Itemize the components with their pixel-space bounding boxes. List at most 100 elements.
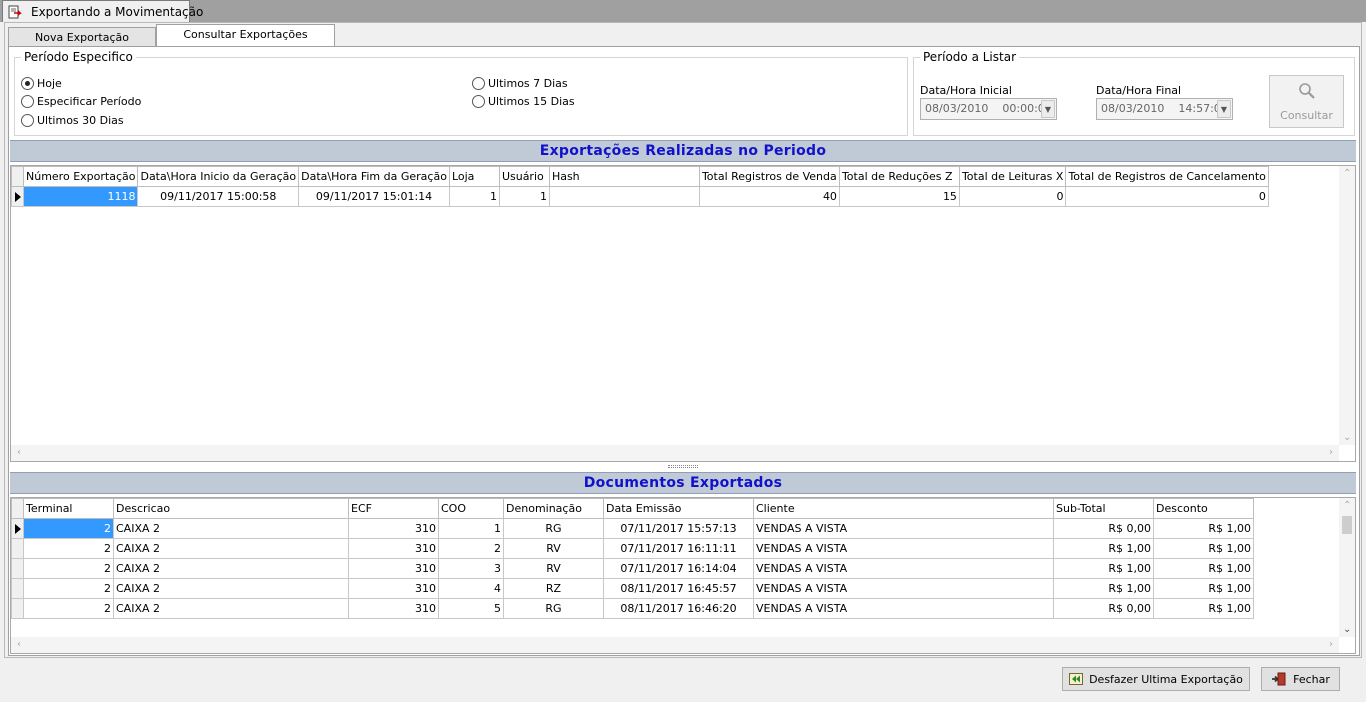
scroll-left-icon[interactable]: ‹ xyxy=(17,447,21,458)
col-header-hash[interactable]: Hash xyxy=(548,166,700,187)
cell-cliente[interactable]: VENDAS A VISTA xyxy=(753,598,1054,619)
col-header-coo[interactable]: COO xyxy=(438,498,504,519)
col-header-total-registros-venda[interactable]: Total Registros de Venda xyxy=(698,166,840,187)
col-header-sub-total[interactable]: Sub-Total xyxy=(1053,498,1154,519)
cell-cliente[interactable]: VENDAS A VISTA xyxy=(753,558,1054,579)
cell-coo[interactable]: 2 xyxy=(438,538,504,559)
cell-data-emissao[interactable]: 07/11/2017 15:57:13 xyxy=(603,518,754,539)
splitter-handle[interactable] xyxy=(668,465,698,468)
cell-total-registros-cancelamento[interactable]: 0 xyxy=(1065,186,1269,207)
scroll-right-icon[interactable]: › xyxy=(1329,447,1333,458)
scroll-down-icon[interactable]: ⌄ xyxy=(1343,432,1351,443)
radio-ultimos-30-dias[interactable]: Ultimos 30 Dias xyxy=(21,114,124,127)
documentos-horizontal-scrollbar[interactable]: ‹ › xyxy=(11,637,1339,653)
cell-fim-geracao[interactable]: 09/11/2017 15:01:14 xyxy=(298,186,450,207)
cell-sub-total[interactable]: R$ 0,00 xyxy=(1053,518,1154,539)
cell-inicio-geracao[interactable]: 09/11/2017 15:00:58 xyxy=(137,186,300,207)
cell-ecf[interactable]: 310 xyxy=(348,578,439,599)
cell-data-emissao[interactable]: 08/11/2017 16:45:57 xyxy=(603,578,754,599)
cell-terminal[interactable]: 2 xyxy=(23,518,114,539)
cell-descricao[interactable]: CAIXA 2 xyxy=(113,518,349,539)
data-hora-final-picker[interactable]: 08/03/2010 14:57:03 ▼ xyxy=(1096,98,1233,120)
radio-ultimos-15-dias[interactable]: Ultimos 15 Dias xyxy=(472,95,575,108)
cell-desconto[interactable]: R$ 1,00 xyxy=(1153,598,1254,619)
scroll-right-icon[interactable]: › xyxy=(1329,639,1333,650)
cell-denominacao[interactable]: RV xyxy=(503,558,604,579)
cell-descricao[interactable]: CAIXA 2 xyxy=(113,558,349,579)
cell-desconto[interactable]: R$ 1,00 xyxy=(1153,518,1254,539)
cell-cliente[interactable]: VENDAS A VISTA xyxy=(753,518,1054,539)
exportacoes-grid[interactable]: Número Exportação Data\Hora Inicio da Ge… xyxy=(10,165,1356,462)
col-header-fim-geracao[interactable]: Data\Hora Fim da Geração xyxy=(298,166,450,187)
col-header-terminal[interactable]: Terminal xyxy=(23,498,114,519)
chevron-down-icon[interactable]: ▼ xyxy=(1041,100,1055,118)
col-header-denominacao[interactable]: Denominação xyxy=(503,498,604,519)
col-header-loja[interactable]: Loja xyxy=(448,166,500,187)
cell-total-registros-venda[interactable]: 40 xyxy=(698,186,840,207)
cell-ecf[interactable]: 310 xyxy=(348,558,439,579)
window-tab[interactable]: Exportando a Movimentação xyxy=(2,0,203,22)
radio-especificar-periodo[interactable]: Especificar Período xyxy=(21,95,141,108)
cell-hash[interactable] xyxy=(548,186,700,207)
cell-terminal[interactable]: 2 xyxy=(23,538,114,559)
cell-coo[interactable]: 5 xyxy=(438,598,504,619)
radio-ultimos-7-dias[interactable]: Ultimos 7 Dias xyxy=(472,77,568,90)
cell-sub-total[interactable]: R$ 1,00 xyxy=(1053,578,1154,599)
documentos-grid[interactable]: Terminal Descricao ECF COO Denominação D… xyxy=(10,497,1356,654)
cell-cliente[interactable]: VENDAS A VISTA xyxy=(753,538,1054,559)
chevron-down-icon[interactable]: ▼ xyxy=(1217,100,1231,118)
scroll-down-icon[interactable]: ⌄ xyxy=(1343,624,1351,635)
cell-terminal[interactable]: 2 xyxy=(23,578,114,599)
cell-desconto[interactable]: R$ 1,00 xyxy=(1153,578,1254,599)
col-header-total-registros-cancelamento[interactable]: Total de Registros de Cancelamento xyxy=(1065,166,1269,187)
cell-denominacao[interactable]: RV xyxy=(503,538,604,559)
cell-denominacao[interactable]: RZ xyxy=(503,578,604,599)
documentos-vertical-scrollbar[interactable]: ⌃ ⌄ xyxy=(1339,498,1355,637)
exportacoes-horizontal-scrollbar[interactable]: ‹ › xyxy=(11,445,1339,461)
col-header-data-emissao[interactable]: Data Emissão xyxy=(603,498,754,519)
cell-numero-exportacao[interactable]: 1118 xyxy=(22,186,139,207)
col-header-cliente[interactable]: Cliente xyxy=(753,498,1054,519)
cell-sub-total[interactable]: R$ 1,00 xyxy=(1053,558,1154,579)
cell-cliente[interactable]: VENDAS A VISTA xyxy=(753,578,1054,599)
cell-loja[interactable]: 1 xyxy=(448,186,500,207)
cell-denominacao[interactable]: RG xyxy=(503,518,604,539)
cell-desconto[interactable]: R$ 1,00 xyxy=(1153,558,1254,579)
col-header-inicio-geracao[interactable]: Data\Hora Inicio da Geração xyxy=(137,166,300,187)
table-row[interactable]: 2 CAIXA 2 310 2 RV 07/11/2017 16:11:11 VENDAS … xyxy=(11,538,1254,559)
desfazer-ultima-exportacao-button[interactable]: Desfazer Ultima Exportação xyxy=(1062,667,1250,691)
col-header-numero-exportacao[interactable]: Número Exportação xyxy=(22,166,139,187)
cell-data-emissao[interactable]: 07/11/2017 16:11:11 xyxy=(603,538,754,559)
tab-consultar-exportacoes[interactable]: Consultar Exportações xyxy=(156,24,335,48)
col-header-total-leituras-x[interactable]: Total de Leituras X xyxy=(958,166,1067,187)
scroll-left-icon[interactable]: ‹ xyxy=(17,639,21,650)
col-header-desconto[interactable]: Desconto xyxy=(1153,498,1254,519)
exportacoes-vertical-scrollbar[interactable]: ⌃ ⌄ xyxy=(1339,166,1355,445)
cell-coo[interactable]: 4 xyxy=(438,578,504,599)
cell-ecf[interactable]: 310 xyxy=(348,538,439,559)
cell-terminal[interactable]: 2 xyxy=(23,598,114,619)
cell-total-reducoes-z[interactable]: 15 xyxy=(838,186,960,207)
table-row[interactable]: 2 CAIXA 2 310 3 RV 07/11/2017 16:14:04 VENDAS … xyxy=(11,558,1254,579)
fechar-button[interactable]: Fechar xyxy=(1261,667,1340,691)
col-header-ecf[interactable]: ECF xyxy=(348,498,439,519)
cell-sub-total[interactable]: R$ 0,00 xyxy=(1053,598,1154,619)
cell-coo[interactable]: 1 xyxy=(438,518,504,539)
table-row[interactable]: 2 CAIXA 2 310 5 RG 08/11/2017 16:46:20 VENDAS … xyxy=(11,598,1254,619)
table-row[interactable]: 1118 09/11/2017 15:00:58 09/11/2017 15:0… xyxy=(11,186,1269,207)
col-header-descricao[interactable]: Descricao xyxy=(113,498,349,519)
cell-total-leituras-x[interactable]: 0 xyxy=(958,186,1067,207)
table-row[interactable]: 2 CAIXA 2 310 1 RG 07/11/2017 15:57:13 VENDAS … xyxy=(11,518,1254,539)
scroll-up-icon[interactable]: ⌃ xyxy=(1343,168,1351,179)
scroll-thumb[interactable] xyxy=(1342,516,1352,534)
cell-coo[interactable]: 3 xyxy=(438,558,504,579)
scroll-up-icon[interactable]: ⌃ xyxy=(1343,500,1351,511)
col-header-total-reducoes-z[interactable]: Total de Reduções Z xyxy=(838,166,960,187)
table-row[interactable]: 2 CAIXA 2 310 4 RZ 08/11/2017 16:45:57 VENDAS … xyxy=(11,578,1254,599)
data-hora-inicial-picker[interactable]: 08/03/2010 00:00:00 ▼ xyxy=(920,98,1057,120)
cell-denominacao[interactable]: RG xyxy=(503,598,604,619)
cell-terminal[interactable]: 2 xyxy=(23,558,114,579)
cell-ecf[interactable]: 310 xyxy=(348,598,439,619)
cell-descricao[interactable]: CAIXA 2 xyxy=(113,578,349,599)
cell-ecf[interactable]: 310 xyxy=(348,518,439,539)
